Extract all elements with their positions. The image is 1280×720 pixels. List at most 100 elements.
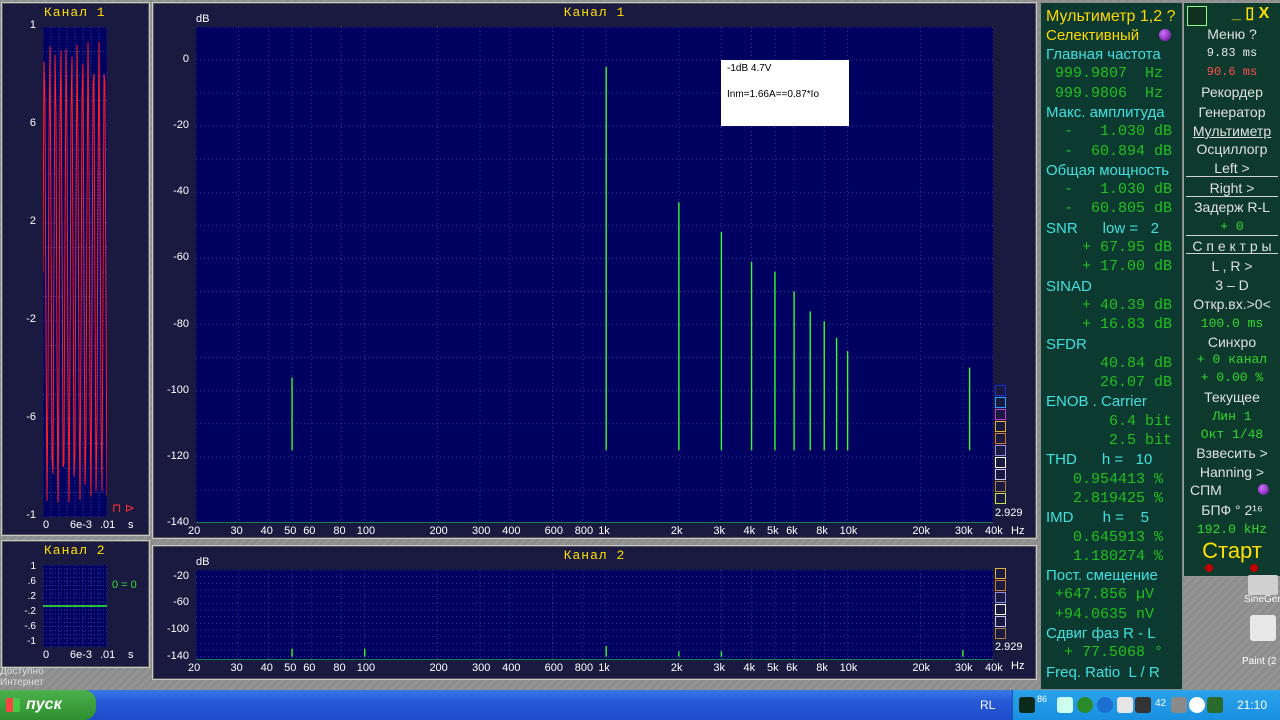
- color-box[interactable]: [995, 628, 1006, 639]
- spectrum1-color-boxes[interactable]: [995, 385, 1007, 505]
- osc1-y-tick: -1: [26, 509, 36, 521]
- menu-item[interactable]: 3 – D: [1184, 276, 1280, 295]
- measurement-value: 1.180274 %: [1046, 547, 1164, 565]
- tray-number: 42: [1155, 698, 1167, 709]
- menu-item[interactable]: 100.0 ms: [1184, 314, 1280, 333]
- tray-app1-icon[interactable]: [1117, 697, 1133, 713]
- color-box[interactable]: [995, 409, 1006, 420]
- menu-item[interactable]: Взвесить >: [1184, 444, 1280, 463]
- tray-app4-icon[interactable]: [1189, 697, 1205, 713]
- menu-item[interactable]: Генератор: [1184, 103, 1280, 122]
- tray-network-icon[interactable]: [1077, 697, 1093, 713]
- menu-item[interactable]: + 0.00 %: [1184, 368, 1280, 387]
- sinegen-label[interactable]: SineGen: [1244, 594, 1280, 605]
- measurement-value: +94.0635 nV: [1046, 605, 1155, 623]
- color-box[interactable]: [995, 421, 1006, 432]
- color-box[interactable]: [995, 457, 1006, 468]
- spm-indicator-icon[interactable]: [1258, 484, 1269, 495]
- color-box[interactable]: [995, 580, 1006, 591]
- measurement-label[interactable]: IMD h = 5: [1041, 508, 1182, 528]
- y-tick-label: 0: [182, 53, 189, 66]
- color-box[interactable]: [995, 616, 1006, 627]
- start-button[interactable]: пуск: [0, 690, 96, 720]
- oscilloscope-channel-2: Канал 2 1 .6 .2 -.2 -.6 -1 0 6e-3 .01 s 0 = 0: [1, 540, 150, 668]
- color-box[interactable]: [995, 445, 1006, 456]
- measurement-label[interactable]: SINAD: [1041, 277, 1182, 297]
- menu-item[interactable]: Текущее: [1184, 388, 1280, 407]
- menu-item[interactable]: L , R >: [1184, 257, 1280, 276]
- paint-icon[interactable]: [1250, 615, 1276, 641]
- menu-item[interactable]: С п е к т р ы: [1184, 237, 1280, 256]
- osc1-marker[interactable]: ⊓ ⊳: [112, 501, 135, 515]
- menu-item[interactable]: 90.6 ms: [1184, 63, 1280, 82]
- menu-item[interactable]: Лин 1: [1184, 407, 1280, 426]
- multimeter-title[interactable]: Мультиметр 1,2 ?: [1041, 7, 1182, 27]
- app-icon[interactable]: [1187, 6, 1207, 26]
- menu-item[interactable]: Осциллогр: [1184, 140, 1280, 159]
- window-controls[interactable]: _ ▯ X: [1232, 3, 1269, 23]
- x-tick-label: 1k: [598, 662, 610, 674]
- x-tick-label: 30k: [954, 662, 973, 674]
- tray-update-icon[interactable]: [1097, 697, 1113, 713]
- spectrum2-title: Канал 2: [563, 548, 626, 563]
- color-box[interactable]: [995, 481, 1006, 492]
- color-box[interactable]: [995, 493, 1006, 504]
- language-indicator[interactable]: RL: [980, 698, 995, 712]
- measurement-label[interactable]: Общая мощность: [1041, 161, 1182, 181]
- measurement-value: + 17.00 dB: [1046, 258, 1173, 276]
- tray-app2-icon[interactable]: [1135, 697, 1151, 713]
- x-tick-label: 8k: [816, 662, 828, 674]
- x-tick-label: 10k: [839, 525, 858, 537]
- menu-item[interactable]: Hanning >: [1184, 463, 1280, 482]
- menu-item[interactable]: Right >: [1184, 179, 1280, 198]
- spectrum2-color-boxes[interactable]: [995, 568, 1007, 648]
- menu-item[interactable]: Мультиметр: [1184, 122, 1280, 141]
- menu-item[interactable]: Рекордер: [1184, 83, 1280, 102]
- oscilloscope-channel-1: Канал 1 1 6 2 -2 -6 -1 0 6e-3 .01 s ⊓ ⊳: [1, 2, 150, 536]
- tray-app5-icon[interactable]: [1207, 697, 1223, 713]
- x-tick-label: 20k: [912, 525, 931, 537]
- measurement-label[interactable]: SFDR: [1041, 335, 1182, 355]
- measurement-label[interactable]: Макс. амплитуда: [1041, 103, 1182, 123]
- measurement-label[interactable]: Freq. Ratio L / R: [1041, 663, 1182, 683]
- menu-item[interactable]: + 0 канал: [1184, 350, 1280, 369]
- measurement-label[interactable]: Сдвиг фаз R - L: [1041, 624, 1182, 644]
- sinegen-icon[interactable]: [1248, 575, 1278, 595]
- menu-item[interactable]: Задерж R-L: [1184, 198, 1280, 217]
- tray-app3-icon[interactable]: [1171, 697, 1187, 713]
- menu-item[interactable]: Старт: [1184, 538, 1280, 564]
- tray-volume-icon[interactable]: [1057, 697, 1073, 713]
- color-box[interactable]: [995, 397, 1006, 408]
- spectrum1-x-unit: Hz: [1011, 525, 1025, 537]
- osc1-title: Канал 1: [44, 5, 106, 20]
- color-box[interactable]: [995, 592, 1006, 603]
- menu-item[interactable]: Left >: [1184, 159, 1280, 178]
- menu-item[interactable]: + 0: [1184, 217, 1280, 236]
- color-box[interactable]: [995, 568, 1006, 579]
- menu-item[interactable]: Меню ?: [1184, 25, 1280, 44]
- measurement-label[interactable]: SNR low = 2: [1041, 219, 1182, 239]
- measurement-label[interactable]: Пост. смещение: [1041, 566, 1182, 586]
- paint-label[interactable]: Paint (2: [1242, 656, 1276, 667]
- osc1-x-tick: 6e-3: [70, 519, 93, 531]
- y-tick-label: -20: [173, 569, 189, 582]
- color-box[interactable]: [995, 385, 1006, 396]
- menu-item[interactable]: Окт 1/48: [1184, 425, 1280, 444]
- x-tick-label: 20: [188, 662, 201, 674]
- x-tick-label: 80: [333, 525, 346, 537]
- color-box[interactable]: [995, 604, 1006, 615]
- menu-item[interactable]: 9.83 ms: [1184, 44, 1280, 63]
- measurement-value: 999.9807 Hz: [1046, 65, 1164, 83]
- x-tick-label: 40: [260, 662, 273, 674]
- color-box[interactable]: [995, 433, 1006, 444]
- measurement-label[interactable]: ENOB . Carrier: [1041, 392, 1182, 412]
- menu-item[interactable]: Откр.вх.>0<: [1184, 295, 1280, 314]
- spectrum1-plot: [195, 26, 994, 524]
- menu-item[interactable]: 192.0 kHz: [1184, 520, 1280, 539]
- tray-scope-icon[interactable]: [1019, 697, 1035, 713]
- measurement-label[interactable]: THD h = 10: [1041, 450, 1182, 470]
- color-box[interactable]: [995, 469, 1006, 480]
- measurement-label[interactable]: Главная частота: [1041, 45, 1182, 65]
- mode-indicator-icon[interactable]: [1159, 29, 1171, 41]
- menu-item[interactable]: БПФ ° 2¹⁶: [1184, 501, 1280, 520]
